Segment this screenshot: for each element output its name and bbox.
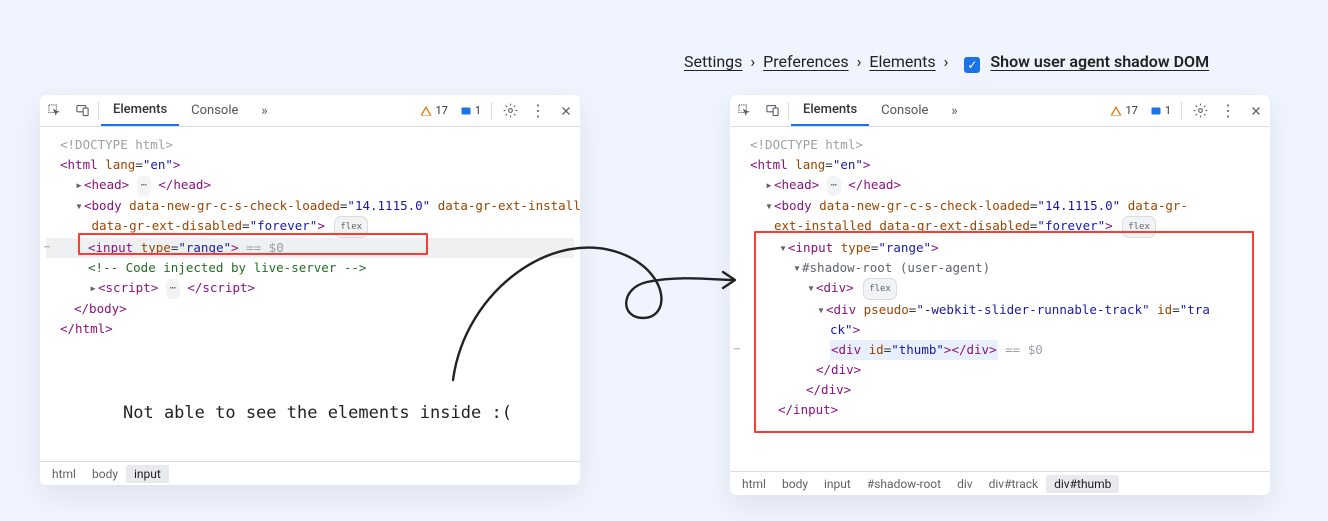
more-tabs-icon[interactable]: » bbox=[250, 97, 278, 125]
devtools-panel-before: Elements Console » 17 1 ⋮ <!DOCTYPE html… bbox=[40, 95, 580, 485]
device-icon[interactable] bbox=[758, 97, 786, 125]
tab-console[interactable]: Console bbox=[179, 95, 250, 126]
warnings-badge[interactable]: 17 bbox=[416, 103, 451, 118]
devtools-toolbar: Elements Console » 17 1 ⋮ bbox=[40, 95, 580, 127]
close-icon[interactable] bbox=[552, 97, 580, 125]
dom-tree[interactable]: <!DOCTYPE html> <html lang="en"> ▸<head>… bbox=[730, 127, 1270, 471]
breadcrumbs: html body input #shadow-root div div#tra… bbox=[730, 471, 1270, 495]
crumb-thumb[interactable]: div#thumb bbox=[1046, 475, 1119, 493]
devtools-toolbar: Elements Console » 17 1 ⋮ bbox=[730, 95, 1270, 127]
dom-tree[interactable]: <!DOCTYPE html> <html lang="en"> ▸<head>… bbox=[40, 127, 580, 461]
inspect-icon[interactable] bbox=[40, 97, 68, 125]
crumb-input[interactable]: input bbox=[816, 475, 859, 493]
breadcrumbs: html body input bbox=[40, 461, 580, 485]
tab-elements[interactable]: Elements bbox=[101, 95, 179, 126]
settings-link[interactable]: Settings bbox=[684, 52, 742, 71]
info-badge[interactable]: 1 bbox=[1146, 103, 1175, 118]
settings-path: Settings › Preferences › Elements › ✓ Sh… bbox=[684, 52, 1209, 73]
crumb-html[interactable]: html bbox=[44, 465, 84, 483]
kebab-icon[interactable]: ⋮ bbox=[1214, 97, 1242, 125]
tab-console[interactable]: Console bbox=[869, 95, 940, 126]
crumb-html[interactable]: html bbox=[734, 475, 774, 493]
inspect-icon[interactable] bbox=[730, 97, 758, 125]
checkbox-label: Show user agent shadow DOM bbox=[990, 52, 1209, 71]
gear-icon[interactable] bbox=[1186, 97, 1214, 125]
crumb-body[interactable]: body bbox=[84, 465, 126, 483]
crumb-track[interactable]: div#track bbox=[981, 475, 1047, 493]
tab-elements[interactable]: Elements bbox=[791, 95, 869, 126]
close-icon[interactable] bbox=[1242, 97, 1270, 125]
kebab-icon[interactable]: ⋮ bbox=[524, 97, 552, 125]
checkbox-checked-icon[interactable]: ✓ bbox=[964, 57, 980, 73]
devtools-panel-after: Elements Console » 17 1 ⋮ <!DOCTYPE html… bbox=[730, 95, 1270, 495]
crumb-body[interactable]: body bbox=[774, 475, 816, 493]
device-icon[interactable] bbox=[68, 97, 96, 125]
crumb-input[interactable]: input bbox=[126, 465, 169, 483]
gear-icon[interactable] bbox=[496, 97, 524, 125]
more-tabs-icon[interactable]: » bbox=[940, 97, 968, 125]
info-badge[interactable]: 1 bbox=[456, 103, 485, 118]
elements-link[interactable]: Elements bbox=[869, 52, 935, 71]
preferences-link[interactable]: Preferences bbox=[763, 52, 848, 71]
crumb-shadow[interactable]: #shadow-root bbox=[859, 475, 949, 493]
crumb-div[interactable]: div bbox=[949, 475, 981, 493]
caption-text: Not able to see the elements inside :( bbox=[123, 403, 512, 423]
warnings-badge[interactable]: 17 bbox=[1106, 103, 1141, 118]
